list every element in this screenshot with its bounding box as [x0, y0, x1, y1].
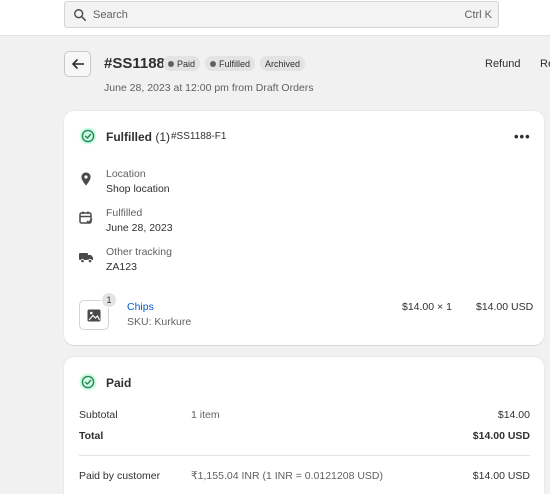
subtotal-value: $14.00 — [497, 409, 530, 421]
fulfillment-card: Fulfilled (1) #SS1188-F1 ••• Location Sh… — [64, 111, 544, 345]
check-circle-icon — [79, 127, 97, 145]
paid-detail: ₹1,155.04 INR (1 INR = 0.0121208 USD) — [191, 470, 383, 482]
fulfilled-date: June 28, 2023 — [106, 222, 173, 234]
fulfillment-heading: Fulfilled (1) — [106, 130, 171, 144]
top-bar: Search Ctrl K — [0, 0, 550, 36]
back-button[interactable] — [64, 51, 91, 77]
image-placeholder-icon — [87, 309, 101, 321]
dot-icon — [168, 60, 174, 67]
product-unit-price: $14.00 × 1 — [402, 301, 452, 313]
total-value: $14.00 USD — [472, 430, 530, 442]
fulfilled-label: Fulfilled — [106, 207, 143, 219]
search-shortcut: Ctrl K — [464, 9, 493, 21]
search-bar[interactable]: Search Ctrl K — [64, 1, 499, 28]
refund-button[interactable]: Refund — [485, 58, 520, 70]
location-label: Location — [106, 168, 146, 180]
search-placeholder: Search — [93, 9, 128, 21]
subtotal-label: Subtotal — [79, 409, 118, 421]
paid-value: $14.00 USD — [472, 470, 530, 482]
product-link[interactable]: Chips — [127, 301, 154, 313]
total-label: Total — [79, 430, 104, 442]
status-badge-paid: Paid — [163, 56, 201, 71]
payment-card: Paid Subtotal 1 item $14.00 Total $14.00… — [64, 357, 544, 494]
order-subtitle: June 28, 2023 at 12:00 pm from Draft Ord… — [104, 82, 314, 94]
subtotal-items: 1 item — [191, 409, 220, 421]
paid-label: Paid by customer — [79, 470, 161, 482]
arrow-left-icon — [71, 58, 84, 70]
page-title: #SS1188 — [104, 55, 165, 72]
tracking-label: Other tracking — [106, 246, 172, 258]
payment-heading: Paid — [106, 376, 132, 390]
tracking-number[interactable]: ZA123 — [106, 261, 137, 273]
status-badge-archived: Archived — [260, 56, 306, 71]
status-badges: Paid Fulfilled Archived — [163, 56, 306, 71]
dot-icon — [210, 60, 217, 67]
divider — [79, 455, 530, 456]
product-sku: SKU: Kurkure — [127, 316, 192, 328]
location-pin-icon — [81, 172, 91, 186]
location-value: Shop location — [106, 183, 170, 195]
quantity-badge: 1 — [101, 292, 117, 308]
status-badge-fulfilled: Fulfilled — [205, 56, 256, 71]
truck-icon — [79, 253, 93, 264]
more-actions-button[interactable]: Re — [540, 58, 550, 70]
check-circle-icon — [79, 373, 97, 391]
fulfillment-id: #SS1188-F1 — [171, 131, 227, 142]
search-icon — [74, 9, 87, 22]
calendar-check-icon — [79, 211, 93, 224]
product-line-total: $14.00 USD — [476, 301, 534, 313]
more-options-icon[interactable]: ••• — [514, 129, 531, 144]
